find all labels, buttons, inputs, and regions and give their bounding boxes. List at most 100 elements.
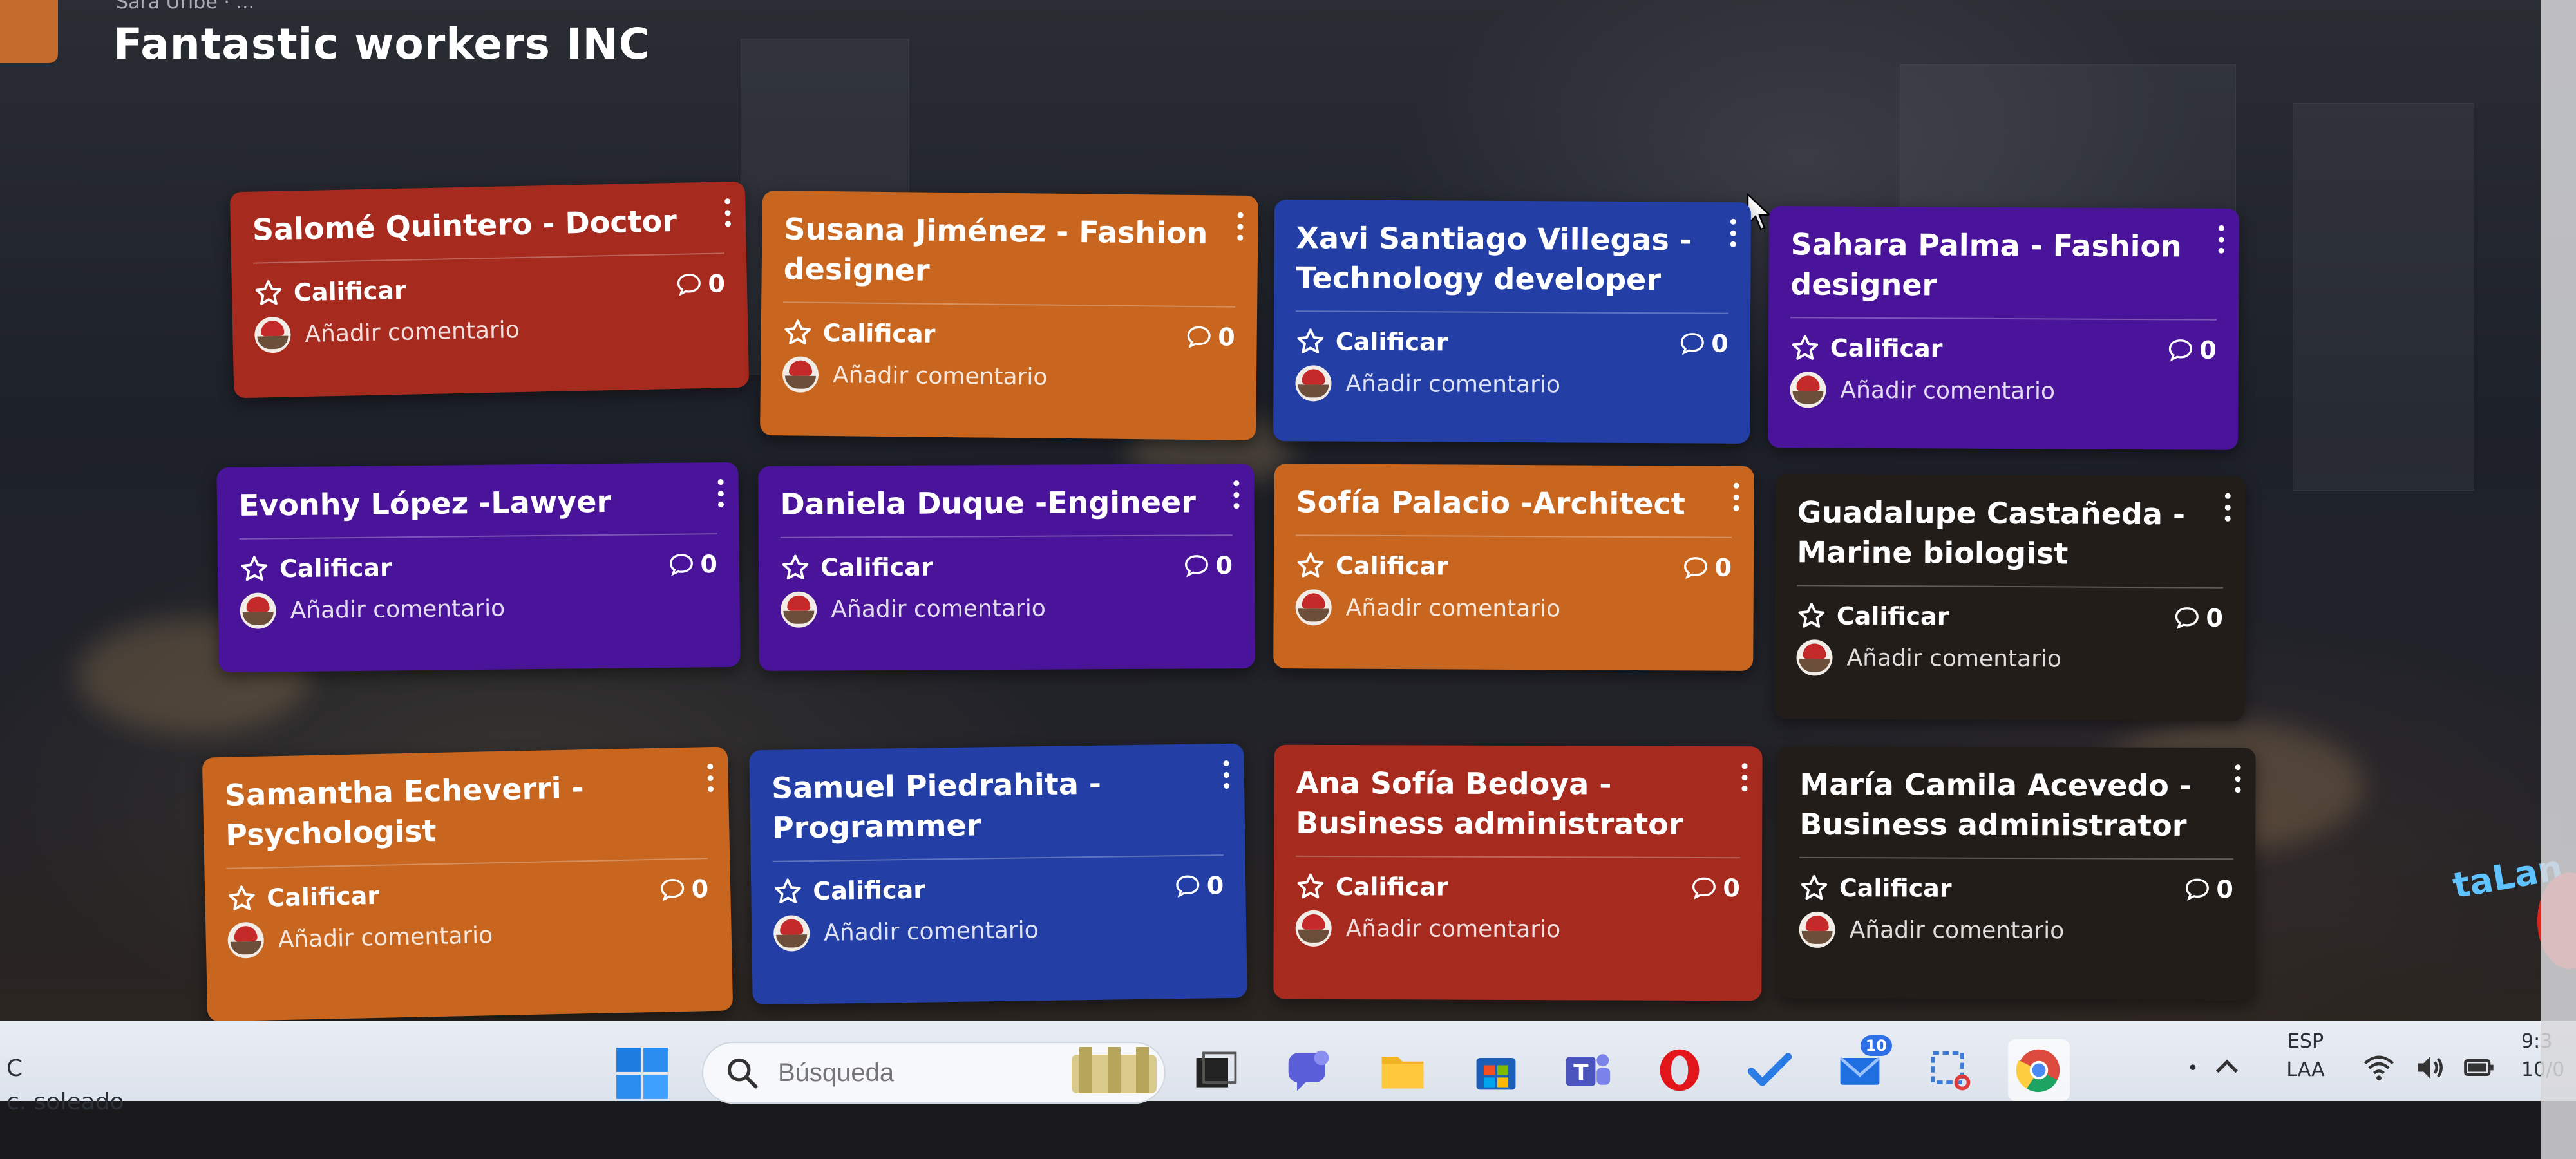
add-comment-label: Añadir comentario [278,921,493,953]
card-menu-icon[interactable] [2217,225,2225,254]
worker-card[interactable]: Daniela Duque -Engineer Calificar 0 Añadir … [758,463,1255,672]
search-input[interactable] [777,1057,1011,1088]
add-comment-row[interactable]: Añadir comentario [782,352,1235,401]
card-menu-icon[interactable] [1236,212,1244,241]
keyboard-layout: LAA [2286,1059,2325,1081]
worker-card[interactable]: Samuel Piedrahita - Programmer Calificar 0… [749,743,1247,1005]
card-menu-icon[interactable] [706,763,714,793]
weather-widget[interactable]: C c. soleado [6,1052,124,1119]
worker-card[interactable]: Sahara Palma - Fashion designer Calificar… [1768,206,2239,450]
task-view-icon[interactable] [1185,1039,1247,1101]
card-title: Sofía Palacio -Architect [1296,484,1685,522]
comment-count-value: 0 [1217,323,1235,352]
comment-count[interactable]: 0 [2184,875,2233,903]
add-comment-row[interactable]: Añadir comentario [1295,906,1740,952]
chat-app-icon[interactable] [1278,1039,1340,1101]
comment-count[interactable]: 0 [1186,323,1235,352]
star-icon [1297,328,1324,353]
card-menu-icon[interactable] [1732,482,1739,511]
card-divider [772,854,1224,862]
rate-button[interactable]: Calificar [254,276,407,308]
worker-card[interactable]: Susana Jiménez - Fashion designer Calific… [760,190,1258,441]
rate-button[interactable]: Calificar [240,552,392,583]
add-comment-label: Añadir comentario [1840,377,2056,404]
worker-card[interactable]: Sofía Palacio -Architect Calificar 0 Añadir… [1273,464,1754,671]
rate-button[interactable]: Calificar [1296,551,1448,581]
add-comment-row[interactable]: Añadir comentario [773,905,1225,956]
worker-card[interactable]: Evonhy López -Lawyer Calificar 0 Añadir com… [216,462,741,673]
rate-button[interactable]: Calificar [1296,326,1448,357]
card-rating-row: Calificar 0 [1296,867,1740,907]
comment-count[interactable]: 0 [676,269,725,299]
card-menu-icon[interactable] [1729,218,1737,247]
comment-count[interactable]: 0 [1682,553,1732,582]
todo-icon[interactable] [1739,1039,1801,1101]
avatar [1295,365,1332,402]
comment-count[interactable]: 0 [2167,335,2217,364]
add-comment-row[interactable]: Añadir comentario [254,303,726,357]
comment-count[interactable]: 0 [659,874,709,904]
opera-icon[interactable] [1649,1039,1710,1101]
chrome-icon[interactable] [2008,1039,2070,1101]
wifi-icon[interactable] [2362,1051,2396,1084]
tray-dot: • [2187,1057,2199,1080]
avatar [773,915,810,952]
worker-card[interactable]: María Camila Acevedo - Business administ… [1777,746,2256,1001]
add-comment-row[interactable]: Añadir comentario [1796,635,2222,682]
comment-count[interactable]: 0 [1690,874,1740,902]
add-comment-row[interactable]: Añadir comentario [240,583,718,634]
card-rating-row: Calificar 0 [773,866,1224,911]
comment-count-value: 0 [700,550,718,579]
add-comment-label: Añadir comentario [832,361,1048,391]
card-menu-icon[interactable] [1232,480,1240,509]
app-logo[interactable] [0,0,58,63]
add-comment-row[interactable]: Añadir comentario [1295,585,1731,632]
worker-card[interactable]: Samantha Echeverri - Psychologist Calific… [202,746,734,1022]
add-comment-row[interactable]: Añadir comentario [1295,361,1728,408]
card-menu-icon[interactable] [1222,760,1231,789]
card-menu-icon[interactable] [2233,764,2241,793]
comment-count-value: 0 [1206,871,1224,900]
windows-start-icon[interactable] [615,1046,669,1100]
comment-count-value: 0 [691,874,709,903]
volume-icon[interactable] [2414,1051,2447,1084]
comment-bubble-icon [1683,557,1707,580]
rate-button[interactable]: Calificar [227,881,380,914]
add-comment-row[interactable]: Añadir comentario [1799,907,2233,954]
rate-button[interactable]: Calificar [1797,601,1949,631]
rate-button[interactable]: Calificar [1790,333,1943,363]
add-comment-row[interactable]: Añadir comentario [227,908,710,963]
card-menu-icon[interactable] [2224,493,2231,522]
comment-bubble-icon [1187,326,1211,348]
card-menu-icon[interactable] [1740,763,1748,792]
store-icon[interactable] [1465,1039,1527,1101]
card-menu-icon[interactable] [717,479,724,508]
comment-count[interactable]: 0 [2174,603,2223,632]
rate-button[interactable]: Calificar [773,875,925,907]
comment-count[interactable]: 0 [1679,329,1728,358]
language-indicator[interactable]: ESP LAA [2273,1028,2338,1084]
card-rating-row: Calificar 0 [1790,328,2217,369]
card-divider [1790,317,2217,321]
add-comment-row[interactable]: Añadir comentario [1790,367,2216,414]
add-comment-row[interactable]: Añadir comentario [781,585,1233,632]
file-explorer-icon[interactable] [1372,1039,1434,1101]
comment-count[interactable]: 0 [1175,871,1224,900]
worker-card[interactable]: Salomé Quintero - Doctor Calificar 0 Añadir… [229,181,750,399]
teams-icon[interactable]: T [1557,1039,1619,1101]
comment-bubble-icon [2175,607,2199,630]
worker-card[interactable]: Ana Sofía Bedoya - Business administrato… [1273,744,1763,1001]
rate-button[interactable]: Calificar [1799,873,1952,903]
rate-button[interactable]: Calificar [1296,872,1448,902]
comment-count[interactable]: 0 [1183,551,1233,580]
chevron-up-icon[interactable] [2210,1051,2244,1084]
card-menu-icon[interactable] [723,198,732,227]
mail-icon[interactable]: 10 [1829,1035,1892,1101]
worker-card[interactable]: Guadalupe Castañeda - Marine biologist Ca… [1774,474,2246,721]
rate-button[interactable]: Calificar [781,552,933,583]
battery-icon[interactable] [2463,1051,2496,1084]
rate-button[interactable]: Calificar [782,317,936,348]
worker-card[interactable]: Xavi Santiago Villegas - Technology deve… [1273,200,1751,444]
comment-count[interactable]: 0 [668,550,717,579]
snipping-tool-icon[interactable] [1919,1039,1981,1101]
